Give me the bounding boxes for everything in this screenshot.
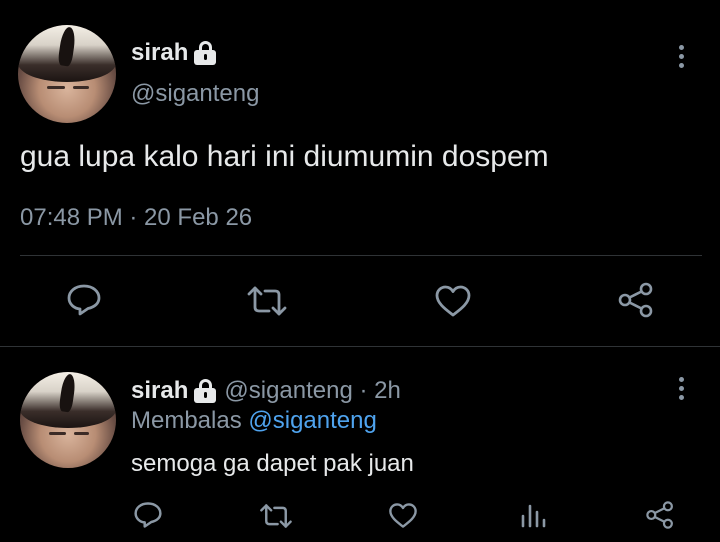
share-icon [646,501,673,529]
retweet-icon [260,504,292,528]
share-button[interactable] [617,282,655,318]
display-name[interactable]: sirah [131,377,188,405]
timestamp[interactable]: 07:48 PM · 20 Feb 26 [20,204,252,232]
section-divider [0,346,720,347]
tweet-text: gua lupa kalo hari ini diumumin dospem [20,140,549,173]
tweet-text: semoga ga dapet pak juan [131,450,414,477]
share-button[interactable] [645,500,675,530]
reply-button[interactable] [133,501,163,529]
retweet-icon [247,286,287,316]
like-icon [389,503,417,528]
retweet-button[interactable] [258,503,294,529]
avatar[interactable] [20,372,116,468]
handle-time[interactable]: @siganteng · 2h [224,377,400,405]
more-icon[interactable] [674,45,688,72]
handle[interactable]: @siganteng [131,80,259,108]
display-name[interactable]: sirah [131,39,188,67]
lock-icon [194,41,217,65]
lock-icon [194,379,217,403]
like-button[interactable] [434,284,472,318]
replying-label: Membalas [131,407,242,434]
more-icon[interactable] [674,377,688,404]
reply-button[interactable] [66,283,102,317]
like-button[interactable] [388,502,418,529]
analytics-icon [521,504,546,528]
analytics-button[interactable] [519,500,547,530]
like-icon [435,285,471,317]
reply-icon [67,284,101,316]
share-icon [618,282,653,318]
mention-link[interactable]: @siganteng [248,407,376,434]
reply-icon [134,502,162,528]
divider [20,255,702,256]
avatar[interactable] [18,25,116,123]
retweet-button[interactable] [245,285,289,317]
